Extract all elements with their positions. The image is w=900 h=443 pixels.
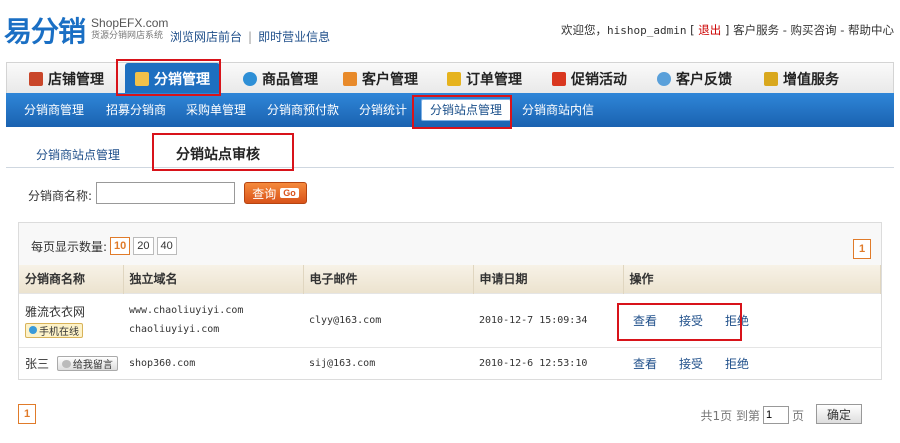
col-actions: 操作 — [623, 265, 881, 293]
view-link[interactable]: 查看 — [633, 314, 657, 328]
customer-icon — [343, 71, 357, 86]
confirm-page-button[interactable]: 确定 — [816, 404, 862, 424]
page-size-40[interactable]: 40 — [156, 237, 177, 255]
col-apply-date: 申请日期 — [473, 265, 624, 293]
search-label: 分销商名称: — [28, 189, 93, 203]
email: clyy@163.com — [303, 292, 473, 347]
welcome-text: 欢迎您， — [560, 23, 607, 37]
username: hishop_admin — [606, 24, 687, 37]
home-icon — [29, 71, 43, 86]
business-info-link[interactable]: 即时营业信息 — [258, 30, 330, 44]
goto-suffix: 页 — [791, 408, 804, 423]
nav-value-added-services[interactable]: 增值服务 — [764, 63, 839, 94]
nav-distribution-management[interactable]: 分销管理 — [125, 63, 220, 94]
domain: shop360.com — [123, 346, 303, 379]
nav-customer-management[interactable]: 客户管理 — [343, 63, 418, 94]
subnav-recruit-distributors[interactable]: 招募分销商 — [106, 93, 166, 127]
distributor-name-input[interactable] — [96, 182, 235, 204]
order-icon — [447, 71, 461, 86]
list-panel: 每页显示数量: 10 20 40 1 分销商名称 独立域名 电子邮件 申请日期 … — [18, 222, 882, 380]
page-size-selector: 每页显示数量: 10 20 40 — [31, 237, 177, 255]
goto-prefix: 到第 — [735, 408, 760, 423]
nav-product-management[interactable]: 商品管理 — [243, 63, 318, 94]
logout-link[interactable]: 退出 — [698, 23, 721, 37]
page-number-bottom[interactable]: 1 — [18, 404, 36, 424]
header: 易分销 ShopEFX.com 货源分销网店系统 浏览网店前台 | 即时营业信息 欢… — [0, 0, 900, 58]
distributor-name: 张三 — [25, 356, 50, 371]
total-pages: 共1页 — [700, 408, 733, 423]
apply-date: 2010-12-7 15:09:34 — [473, 292, 623, 347]
service-icon — [764, 71, 778, 86]
subnav-purchase-orders[interactable]: 采购单管理 — [186, 93, 246, 127]
goto-page-input[interactable] — [762, 406, 789, 424]
domain: www.chaoliuyiyi.com — [129, 305, 244, 316]
view-link[interactable]: 查看 — [633, 357, 657, 371]
feedback-icon — [657, 71, 671, 86]
subnav-prepayment[interactable]: 分销商预付款 — [267, 93, 339, 127]
phone-icon — [29, 326, 37, 334]
subnav-statistics[interactable]: 分销统计 — [359, 93, 407, 127]
nav-order-management[interactable]: 订单管理 — [447, 63, 522, 94]
col-email: 电子邮件 — [303, 265, 474, 293]
nav-customer-feedback[interactable]: 客户反馈 — [657, 63, 732, 94]
page-size-20[interactable]: 20 — [133, 237, 154, 255]
sub-nav: 分销商管理 招募分销商 采购单管理 分销商预付款 分销统计 分销站点管理 分销商… — [6, 93, 894, 127]
email: sij@163.com — [303, 346, 473, 379]
subnav-site-management[interactable]: 分销站点管理 — [421, 99, 512, 121]
subnav-distributor-management[interactable]: 分销商管理 — [24, 93, 84, 127]
storefront-link[interactable]: 浏览网店前台 — [170, 30, 242, 44]
col-distributor-name: 分销商名称 — [19, 265, 124, 293]
distributor-site-table: 分销商名称 独立域名 电子邮件 申请日期 操作 雅流衣衣网 手机在线 www.c… — [19, 265, 881, 379]
reject-link[interactable]: 拒绝 — [725, 314, 749, 328]
distributor-name: 雅流衣衣网 — [25, 304, 86, 319]
nav-promotions[interactable]: 促销活动 — [552, 63, 627, 94]
apply-date: 2010-12-6 12:53:10 — [473, 346, 623, 379]
tab-bar: 分销商站点管理 分销站点审核 — [6, 140, 894, 168]
table-header-row: 分销商名称 独立域名 电子邮件 申请日期 操作 — [19, 265, 881, 293]
logout-bracket-open: [ — [690, 23, 695, 37]
logo[interactable]: 易分销 ShopEFX.com 货源分销网店系统 — [4, 10, 168, 50]
search-button[interactable]: 查询 Go — [244, 182, 307, 204]
page-size-label: 每页显示数量: — [31, 239, 108, 254]
chat-bubble-icon — [61, 359, 71, 368]
product-icon — [243, 71, 257, 86]
header-links: 浏览网店前台 | 即时营业信息 — [170, 30, 331, 44]
logout-bracket-close: ] — [724, 23, 730, 37]
help-links[interactable]: 客户服务 - 购买咨询 - 帮助中心 — [733, 23, 894, 37]
accept-link[interactable]: 接受 — [679, 314, 703, 328]
mobile-online-badge[interactable]: 手机在线 — [25, 322, 83, 338]
tab-site-management[interactable]: 分销商站点管理 — [36, 146, 120, 163]
pager: 共1页 到第 页 — [700, 406, 804, 424]
accept-link[interactable]: 接受 — [679, 357, 703, 371]
distribution-icon — [135, 71, 149, 86]
logo-cn: 易分销 — [4, 15, 86, 48]
tab-site-review[interactable]: 分销站点审核 — [176, 144, 260, 164]
promotion-icon — [552, 71, 566, 86]
nav-store-management[interactable]: 店铺管理 — [29, 63, 104, 94]
leave-message-button[interactable]: 给我留言 — [56, 356, 118, 372]
table-row: 雅流衣衣网 手机在线 www.chaoliuyiyi.com chaoliuyi… — [19, 292, 881, 347]
go-icon: Go — [280, 188, 299, 198]
table-row: 张三 给我留言 shop360.com sij@163.com 2010-12-… — [19, 346, 881, 379]
page-number-top[interactable]: 1 — [853, 239, 871, 259]
header-user-area: 欢迎您，hishop_admin [ 退出 ] 客户服务 - 购买咨询 - 帮助… — [561, 22, 894, 38]
page-size-10[interactable]: 10 — [110, 237, 131, 255]
subnav-internal-messages[interactable]: 分销商站内信 — [522, 93, 594, 127]
domain: chaoliuyiyi.com — [129, 324, 220, 335]
col-domain: 独立域名 — [123, 265, 304, 293]
reject-link[interactable]: 拒绝 — [725, 357, 749, 371]
logo-en: ShopEFX.com — [91, 16, 169, 30]
main-nav: 店铺管理 分销管理 商品管理 客户管理 订单管理 促销活动 客户反馈 增值服务 — [6, 62, 894, 94]
logo-tagline: 货源分销网店系统 — [91, 31, 164, 41]
